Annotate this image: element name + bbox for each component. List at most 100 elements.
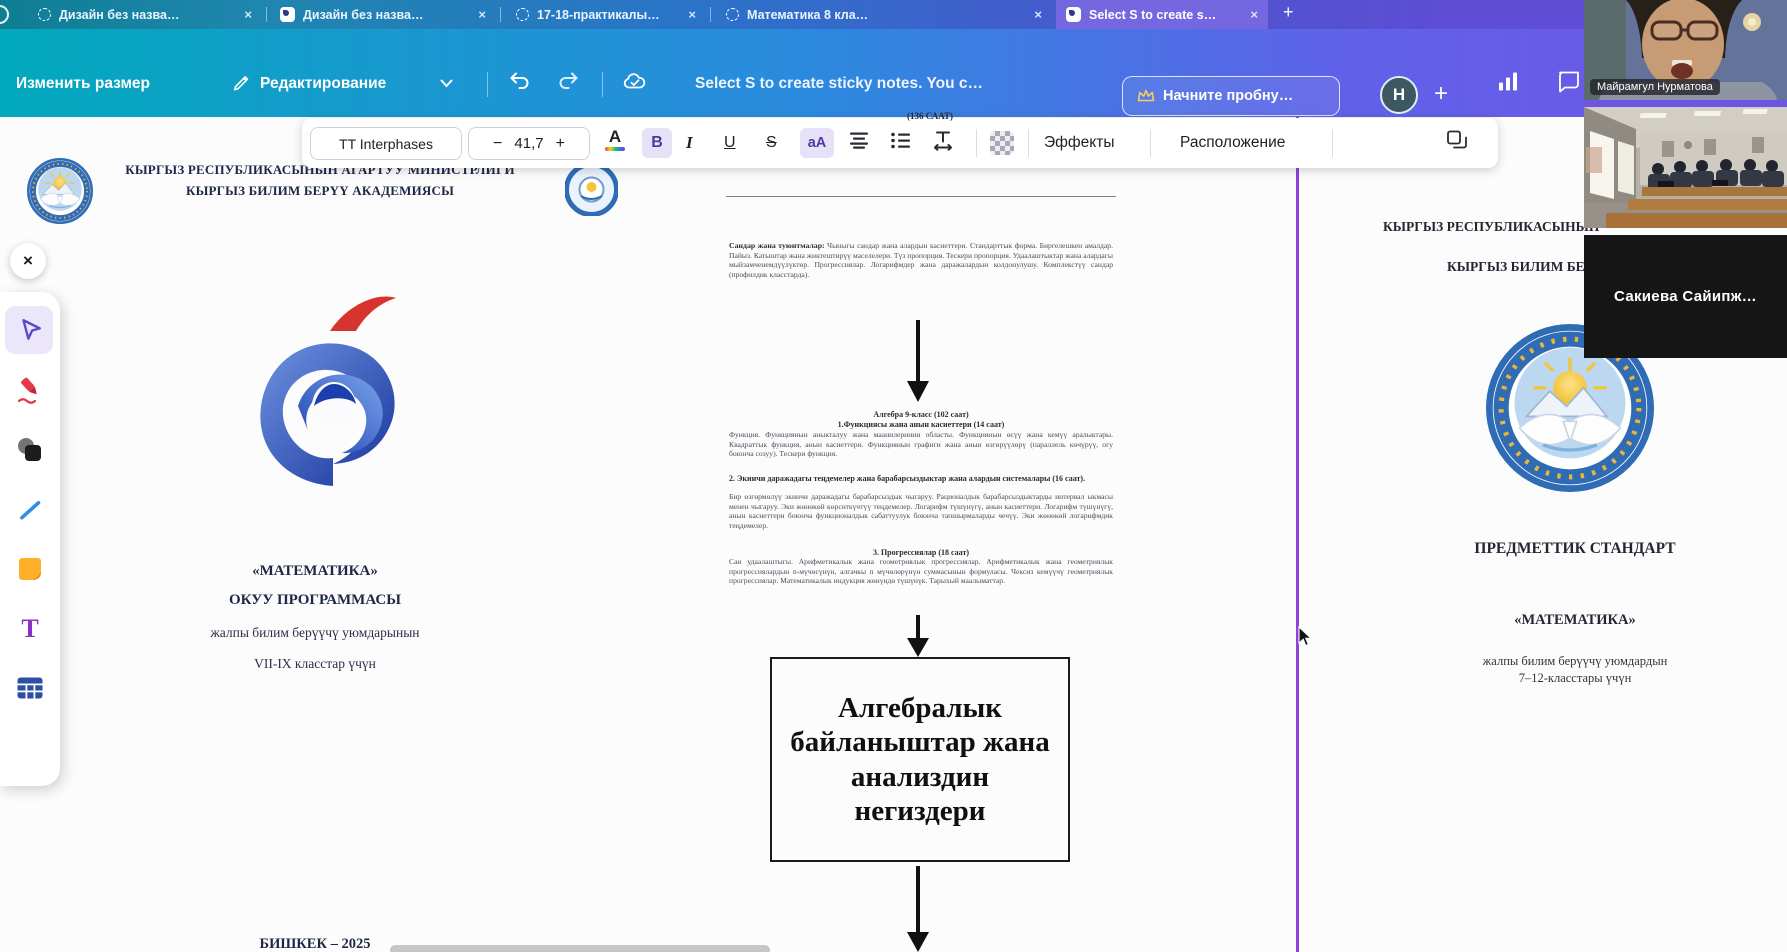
arrange-icon[interactable] <box>1446 130 1468 157</box>
tab-close-icon[interactable]: × <box>688 7 696 22</box>
application-window: Дизайн без назва… × Дизайн без назва… × … <box>0 0 1787 952</box>
ministry-line2: КЫРГЫЗ БИЛИМ БЕРҮҮ АКАДЕМИЯСЫ <box>100 183 540 199</box>
participant-name-label: Майрамгул Нурматова <box>1590 79 1720 95</box>
standard-title: ПРЕДМЕТТИК СТАНДАРТ <box>1425 540 1725 558</box>
section3-body: Сан удаалаштыгы. Арифметикалык жана геом… <box>729 557 1113 586</box>
horizontal-scrollbar[interactable] <box>390 945 770 952</box>
text-case-button[interactable]: aA <box>800 128 834 158</box>
design-canvas[interactable]: КЫРГЫЗ РЕСПУБЛИКАСЫНЫН АГАРТУУ МИНИСТРЛИ… <box>0 117 1787 952</box>
text-format-bar: TT Interphases − 41,7 + A B I U S aA Эфф… <box>302 118 1498 168</box>
browser-tab-active[interactable]: Select S to create s… × <box>1056 0 1268 29</box>
tab-title: Математика 8 кла… <box>747 8 1026 22</box>
tab-separator <box>710 7 711 22</box>
font-size-decrease-button[interactable]: − <box>481 135 514 153</box>
table-tool-icon[interactable] <box>17 677 44 700</box>
hours-note: (136 СААТ) <box>830 111 1030 121</box>
toolbar-divider <box>487 72 488 97</box>
tab-title: 17-18-практикалы… <box>537 8 680 22</box>
undo-icon[interactable] <box>508 71 532 98</box>
whiteboard-tools-panel: T <box>0 292 60 786</box>
font-size-increase-button[interactable]: + <box>544 135 577 153</box>
tab-spinner-icon <box>516 8 529 21</box>
close-panel-button[interactable]: × <box>10 243 46 279</box>
course-heading: Алгебра 9-класс (102 саат) <box>729 410 1113 419</box>
tab-close-icon[interactable]: × <box>1034 7 1042 22</box>
formatbar-divider <box>1028 129 1029 157</box>
browser-tab-design-2[interactable]: Дизайн без назва… × <box>270 0 496 29</box>
insights-chart-icon[interactable] <box>1496 71 1520 98</box>
left-page-title-block: «МАТЕМАТИКА» ОКУУ ПРОГРАММАСЫ жалпы били… <box>175 563 455 672</box>
new-tab-button[interactable]: + <box>1283 2 1294 23</box>
tab-close-icon[interactable]: × <box>244 7 252 22</box>
text-spacing-icon[interactable] <box>932 131 954 156</box>
browser-tab-design-1[interactable]: Дизайн без назва… × <box>28 0 262 29</box>
select-tool-icon[interactable] <box>17 317 43 343</box>
user-avatar[interactable]: H <box>1380 76 1418 114</box>
tab-canva-icon <box>280 7 295 22</box>
tab-close-icon[interactable]: × <box>478 7 486 22</box>
italic-button[interactable]: I <box>686 133 693 153</box>
page-rule <box>726 196 1116 197</box>
font-size-value[interactable]: 41,7 <box>514 135 543 152</box>
edit-mode-button[interactable]: Редактирование <box>260 75 386 93</box>
flowchart-box[interactable]: Алгебралык байланыштар жана анализдин не… <box>770 657 1070 862</box>
pencil-icon <box>232 72 252 97</box>
topic-lead: Сандар жана туюнтмалар: <box>729 241 825 250</box>
font-family-selector[interactable]: TT Interphases <box>310 127 462 160</box>
transparency-icon[interactable] <box>990 131 1014 155</box>
tab-title: Дизайн без назва… <box>59 8 236 22</box>
start-trial-button[interactable]: Начните пробну… <box>1122 76 1340 116</box>
tab-favicon-fragment-icon <box>0 5 9 24</box>
video-tile-gap <box>1584 100 1787 107</box>
section2-title: 2. Экинчи даражадагы теңдемелер жана бар… <box>729 474 1113 484</box>
tab-canva-icon <box>1066 7 1081 22</box>
browser-tab-mathematics[interactable]: Математика 8 кла… × <box>716 0 1052 29</box>
comments-bubble-icon[interactable] <box>1556 70 1582 99</box>
video-tile-speaker[interactable]: Майрамгул Нурматова <box>1584 0 1787 100</box>
tab-close-icon[interactable]: × <box>1250 7 1258 22</box>
font-size-stepper[interactable]: − 41,7 + <box>468 127 590 160</box>
classroom-camera-feed <box>1584 107 1787 228</box>
text-align-icon[interactable] <box>848 132 870 155</box>
tab-separator <box>266 7 267 22</box>
cloud-saved-icon <box>622 71 648 98</box>
effects-button[interactable]: Эффекты <box>1044 134 1114 152</box>
trial-label: Начните пробну… <box>1163 88 1293 104</box>
underline-button[interactable]: U <box>724 134 736 152</box>
editor-toolbar: Изменить размер Редактирование Select S … <box>0 29 1787 117</box>
redo-icon[interactable] <box>556 71 580 98</box>
marker-tool-icon[interactable] <box>15 375 45 405</box>
line-tool-icon[interactable] <box>15 495 45 525</box>
tab-spinner-icon <box>38 8 51 21</box>
strikethrough-button[interactable]: S <box>766 134 777 152</box>
formatbar-divider <box>976 129 977 157</box>
browser-tab-practical[interactable]: 17-18-практикалы… × <box>506 0 706 29</box>
section1-title: 1.Функциясы жана анын касиеттери (14 саа… <box>729 420 1113 429</box>
video-tile-classroom[interactable] <box>1584 107 1787 228</box>
chevron-down-icon[interactable] <box>440 75 453 93</box>
position-button[interactable]: Расположение <box>1180 134 1285 152</box>
tab-spinner-icon <box>726 8 739 21</box>
program-title: «МАТЕМАТИКА» <box>175 563 455 580</box>
right-ministry-line1: КЫРГЫЗ РЕСПУБЛИКАСЫНЫН <box>1383 219 1599 235</box>
text-color-button[interactable]: A <box>602 128 628 151</box>
color-gradient-bar <box>605 147 625 151</box>
program-audience-1: жалпы билим берүүчү уюмдарынын <box>175 625 455 641</box>
formatbar-divider <box>1150 129 1151 157</box>
sticky-note-tool-icon[interactable] <box>17 556 43 582</box>
text-tool-icon[interactable]: T <box>21 614 38 644</box>
video-tile-name-card[interactable]: Сакиева Сайипж… <box>1584 235 1787 358</box>
standard-audience-1: жалпы билим берүүчү уюмдардын <box>1425 654 1725 669</box>
page-divider-line <box>1296 117 1299 952</box>
standard-subject: «МАТЕМАТИКА» <box>1425 612 1725 629</box>
add-member-button[interactable]: + <box>1434 80 1448 108</box>
flow-arrow-down-1 <box>905 320 931 402</box>
text-color-glyph: A <box>602 128 628 145</box>
bold-button[interactable]: B <box>642 128 672 158</box>
resize-button[interactable]: Изменить размер <box>16 75 150 93</box>
crown-icon <box>1137 89 1155 103</box>
bullet-list-icon[interactable] <box>890 132 912 155</box>
status-hint-text: Select S to create sticky notes. You c… <box>695 75 983 93</box>
tab-separator <box>500 7 501 22</box>
shape-tool-icon[interactable] <box>16 436 44 464</box>
